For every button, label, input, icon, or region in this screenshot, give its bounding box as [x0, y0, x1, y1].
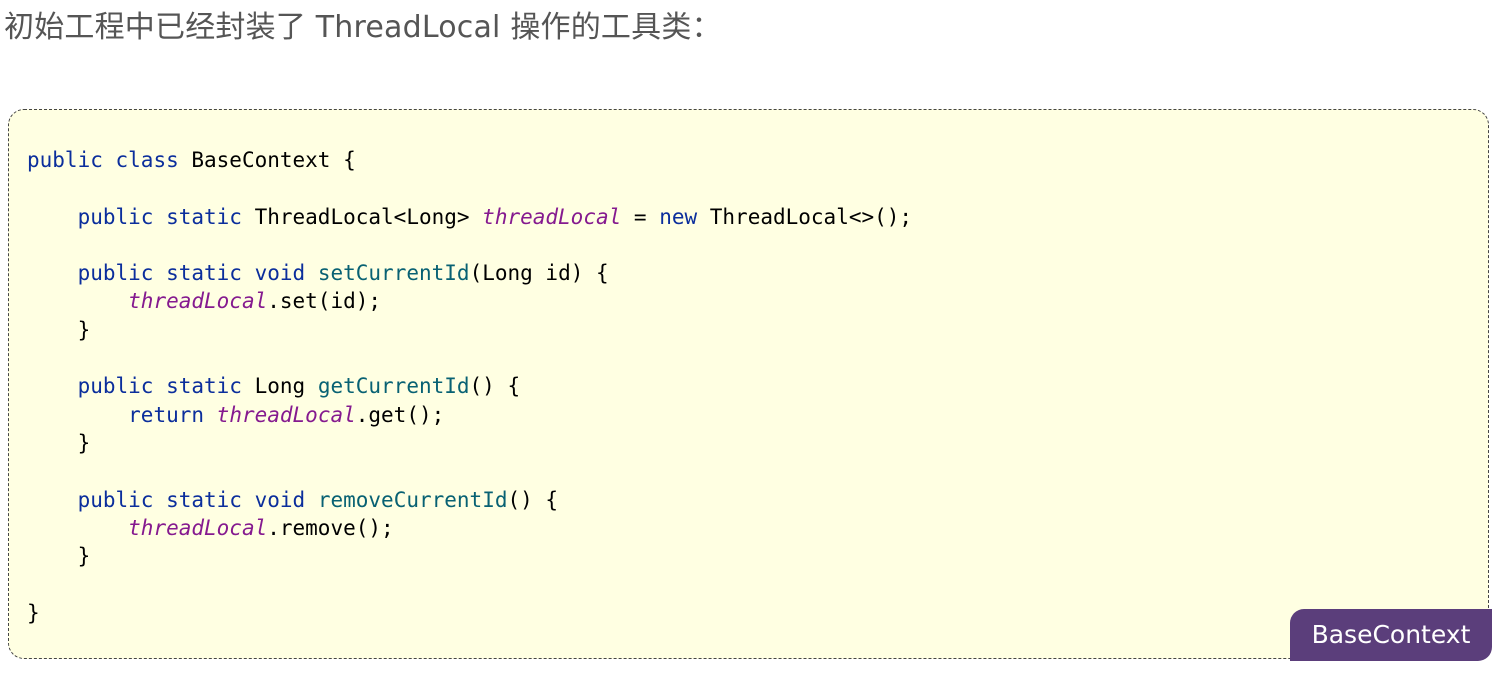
code-text: }	[27, 430, 91, 455]
code-line: public static ThreadLocal<Long> threadLo…	[27, 203, 912, 231]
code-token-kw: public	[77, 204, 154, 229]
code-token-kw: void	[254, 487, 306, 512]
code-text: }	[27, 600, 40, 625]
code-text: (Long id) {	[469, 261, 609, 286]
code-language-tag: BaseContext	[1290, 609, 1492, 661]
code-line: public static void removeCurrentId() {	[27, 486, 912, 514]
code-token-kw: new	[659, 204, 698, 229]
code-token-kw: public	[77, 487, 154, 512]
code-token-kw: public	[77, 374, 154, 399]
code-text: =	[621, 204, 660, 229]
code-text: .set(id);	[267, 289, 382, 314]
code-text: Long	[241, 374, 318, 399]
code-token-fn: getCurrentId	[317, 374, 470, 399]
code-text: () {	[507, 487, 559, 512]
code-token-kw: static	[166, 487, 242, 512]
code-token-kw: public	[27, 148, 103, 172]
code-token-kw: static	[166, 261, 242, 286]
code-token-kw: void	[254, 261, 306, 286]
code-line: public class BaseContext {	[27, 146, 912, 174]
code-line: public static void setCurrentId(Long id)…	[27, 259, 912, 287]
section-heading: 初始工程中已经封装了 ThreadLocal 操作的工具类：	[4, 10, 722, 45]
code-token-kw: static	[166, 204, 242, 229]
code-token-fld: threadLocal	[482, 204, 622, 229]
code-token-kw: static	[166, 374, 242, 399]
code-text: ThreadLocal<>();	[697, 204, 913, 229]
code-token-kw: return	[128, 402, 205, 427]
code-token-fld: threadLocal	[128, 515, 268, 540]
code-text: ThreadLocal<Long>	[241, 204, 483, 229]
code-line: public static Long getCurrentId() {	[27, 372, 912, 400]
code-line: threadLocal.set(id);	[27, 287, 912, 315]
code-token-kw: class	[115, 148, 179, 172]
code-line: }	[27, 429, 912, 457]
code-content: public class BaseContext { public static…	[27, 146, 912, 627]
code-token-fld: threadLocal	[128, 289, 268, 314]
code-line: }	[27, 316, 912, 344]
code-line: threadLocal.remove();	[27, 514, 912, 542]
code-token-kw: public	[77, 261, 154, 286]
code-line: return threadLocal.get();	[27, 401, 912, 429]
code-block: public class BaseContext { public static…	[8, 109, 1489, 659]
code-token-fn: removeCurrentId	[317, 487, 508, 512]
code-token-fld: threadLocal	[216, 402, 356, 427]
code-text: BaseContext {	[178, 148, 356, 172]
code-line: }	[27, 542, 912, 570]
code-text: .remove();	[267, 515, 394, 540]
code-text: () {	[469, 374, 521, 399]
code-text: }	[27, 544, 91, 569]
code-text: .get();	[355, 402, 445, 427]
code-token-fn: setCurrentId	[317, 261, 470, 286]
code-text: }	[27, 317, 91, 342]
code-line: }	[27, 599, 912, 627]
